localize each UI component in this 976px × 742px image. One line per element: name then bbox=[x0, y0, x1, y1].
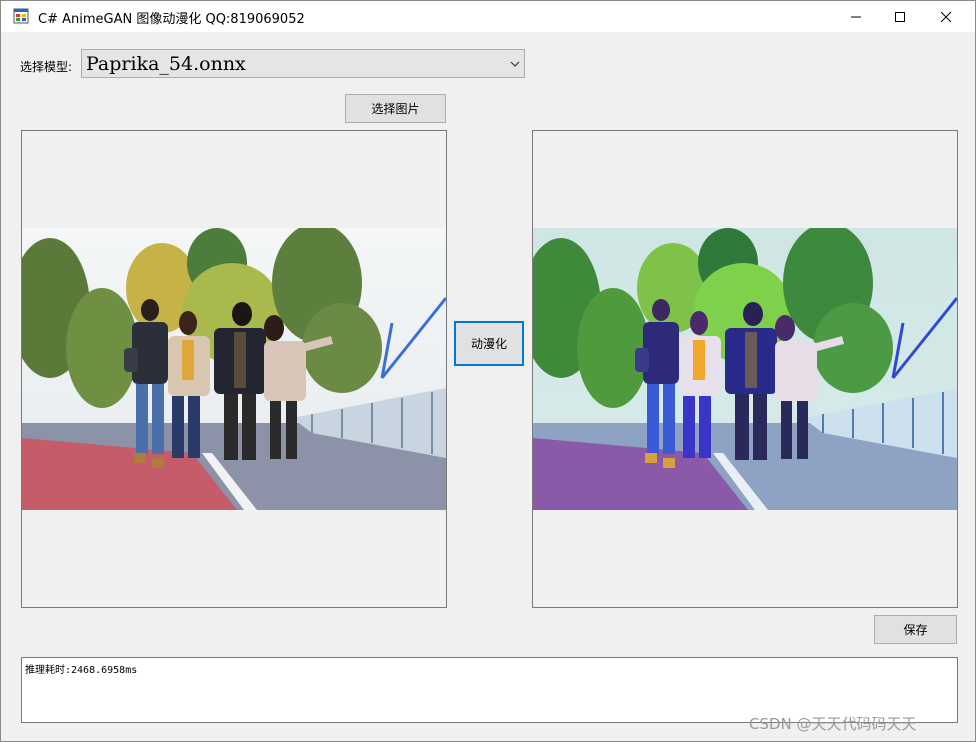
anime-styled-photo bbox=[533, 228, 957, 510]
window-title: C# AnimeGAN 图像动漫化 QQ:819069052 bbox=[38, 12, 305, 27]
title-bar[interactable]: C# AnimeGAN 图像动漫化 QQ:819069052 bbox=[1, 1, 975, 32]
close-icon bbox=[940, 11, 952, 22]
maximize-icon bbox=[895, 11, 905, 22]
close-button[interactable] bbox=[923, 1, 969, 32]
chevron-down-icon bbox=[510, 61, 520, 67]
main-window: C# AnimeGAN 图像动漫化 QQ:819069052 选择模型: Pap… bbox=[0, 0, 976, 742]
select-image-button[interactable]: 选择图片 bbox=[345, 94, 446, 123]
minimize-icon bbox=[851, 16, 861, 17]
inference-time-text: 推理耗时:2468.6958ms bbox=[25, 665, 138, 676]
original-photo bbox=[22, 228, 446, 510]
csdn-watermark: CSDN @天天代码码天天 bbox=[749, 715, 917, 733]
model-dropdown-value: Paprika_54.onnx bbox=[86, 53, 246, 75]
save-button[interactable]: 保存 bbox=[874, 615, 957, 644]
minimize-button[interactable] bbox=[833, 1, 879, 32]
result-image-box bbox=[532, 130, 958, 608]
source-image-box bbox=[21, 130, 447, 608]
model-dropdown[interactable]: Paprika_54.onnx bbox=[81, 49, 525, 78]
animefy-button[interactable]: 动漫化 bbox=[454, 321, 524, 366]
model-label: 选择模型: bbox=[20, 60, 73, 74]
maximize-button[interactable] bbox=[877, 1, 923, 32]
app-form-icon bbox=[13, 8, 29, 24]
